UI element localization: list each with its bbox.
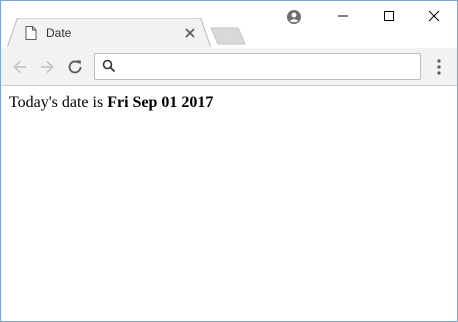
address-bar[interactable] (94, 53, 421, 80)
arrow-right-icon[interactable] (37, 57, 57, 77)
tab-shape (7, 18, 211, 48)
date-prefix: Today's date is (9, 94, 108, 111)
minimize-button[interactable] (320, 1, 366, 31)
toolbar (1, 48, 457, 86)
vertical-dots-icon[interactable] (433, 58, 445, 76)
close-window-button[interactable] (411, 1, 457, 31)
maximize-icon (384, 11, 394, 21)
search-icon (102, 59, 116, 73)
page-content: Today's date is Fri Sep 01 2017 (1, 86, 457, 321)
minimize-icon (338, 15, 348, 17)
address-input[interactable] (121, 57, 415, 77)
page-icon (25, 26, 37, 40)
new-tab-button[interactable] (210, 27, 246, 45)
profile-icon[interactable] (286, 9, 302, 25)
date-statement: Today's date is Fri Sep 01 2017 (9, 94, 213, 112)
tab-date[interactable]: Date (7, 18, 211, 48)
reload-icon[interactable] (65, 57, 85, 77)
maximize-button[interactable] (366, 1, 412, 31)
title-bar: Date (1, 1, 457, 48)
close-icon (428, 10, 440, 22)
arrow-left-icon[interactable] (10, 57, 30, 77)
tab-title: Date (46, 26, 72, 40)
date-value: Fri Sep 01 2017 (107, 94, 214, 111)
browser-window: Date Today's date is Fri Sep 01 2017 (0, 0, 458, 322)
close-icon[interactable] (184, 27, 196, 39)
